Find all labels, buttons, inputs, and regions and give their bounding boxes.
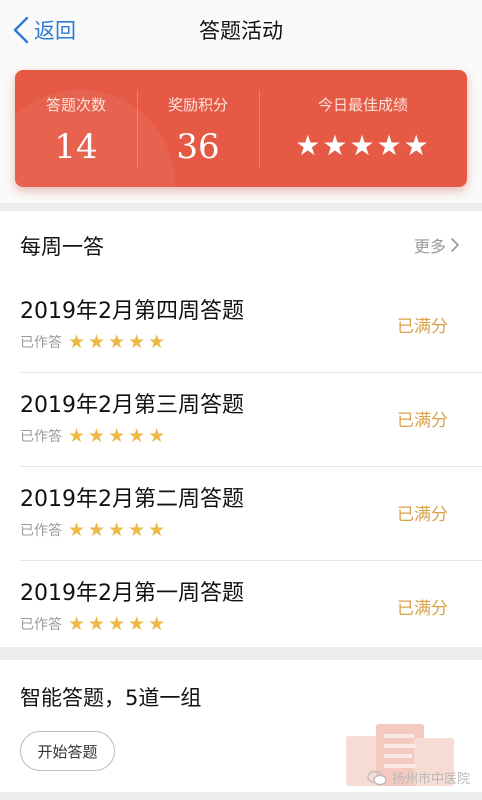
start-quiz-button[interactable]: 开始答题: [20, 731, 115, 771]
quiz-title: 2019年2月第一周答题: [20, 581, 244, 606]
stat-label: 奖励积分: [167, 96, 228, 114]
wechat-icon: [367, 770, 387, 785]
score-badge: 已满分: [397, 317, 448, 337]
chevron-right-icon: [451, 238, 459, 252]
stats-card: 答题次数 14 奖励积分 36 今日最佳成绩 ★★★★★: [15, 70, 467, 187]
list-item[interactable]: 2019年2月第二周答题 已作答 ★★★★★ 已满分: [0, 467, 482, 561]
quiz-meta: 已作答 ★★★★★: [20, 425, 168, 447]
list-item[interactable]: 2019年2月第一周答题 已作答 ★★★★★ 已满分: [0, 561, 482, 655]
star-rating: ★★★★★: [68, 331, 169, 353]
quiz-status: 已作答: [20, 617, 62, 633]
star-rating: ★★★★★: [68, 613, 169, 635]
stat-label: 答题次数: [45, 96, 106, 114]
quiz-title: 2019年2月第三周答题: [20, 393, 244, 418]
quiz-status: 已作答: [20, 429, 62, 445]
score-badge: 已满分: [397, 411, 448, 431]
more-label: 更多: [413, 237, 446, 256]
watermark-text: 扬州市中医院: [391, 772, 470, 787]
star-rating: ★★★★★: [68, 425, 169, 447]
list-item[interactable]: 2019年2月第四周答题 已作答 ★★★★★ 已满分: [0, 279, 482, 373]
score-badge: 已满分: [397, 505, 448, 525]
quiz-meta: 已作答 ★★★★★: [20, 613, 168, 635]
quiz-status: 已作答: [20, 523, 62, 539]
stat-reward-points: 奖励积分 36: [137, 70, 259, 187]
star-rating: ★★★★★: [295, 129, 431, 162]
stat-value: 14: [54, 127, 98, 167]
stat-answer-count: 答题次数 14: [15, 70, 137, 187]
weekly-quiz-card: 每周一答 更多 2019年2月第四周答题 已作答 ★★★★★ 已满分 2019年…: [0, 211, 482, 647]
stat-best-score: 今日最佳成绩 ★★★★★: [259, 70, 467, 187]
quiz-meta: 已作答 ★★★★★: [20, 331, 168, 353]
stat-value: 36: [176, 127, 220, 167]
quiz-meta: 已作答 ★★★★★: [20, 519, 168, 541]
score-badge: 已满分: [397, 599, 448, 619]
quiz-status: 已作答: [20, 335, 62, 351]
quiz-title: 2019年2月第四周答题: [20, 299, 244, 324]
stats-section: 答题次数 14 奖励积分 36 今日最佳成绩 ★★★★★: [0, 60, 482, 203]
stat-label: 今日最佳成绩: [317, 96, 408, 114]
list-item[interactable]: 2019年2月第三周答题 已作答 ★★★★★ 已满分: [0, 373, 482, 467]
quiz-title: 2019年2月第二周答题: [20, 487, 244, 512]
page-title: 答题活动: [199, 19, 283, 43]
star-rating: ★★★★★: [68, 519, 169, 541]
smart-quiz-card: 智能答题，5道一组 开始答题 扬州市中医院: [0, 660, 482, 792]
section-title: 每周一答: [20, 235, 104, 259]
more-link[interactable]: 更多: [414, 233, 460, 257]
watermark: 扬州市中医院: [367, 768, 470, 787]
nav-bar: 返回 答题活动: [0, 0, 482, 60]
section-title: 智能答题，5道一组: [20, 686, 202, 710]
